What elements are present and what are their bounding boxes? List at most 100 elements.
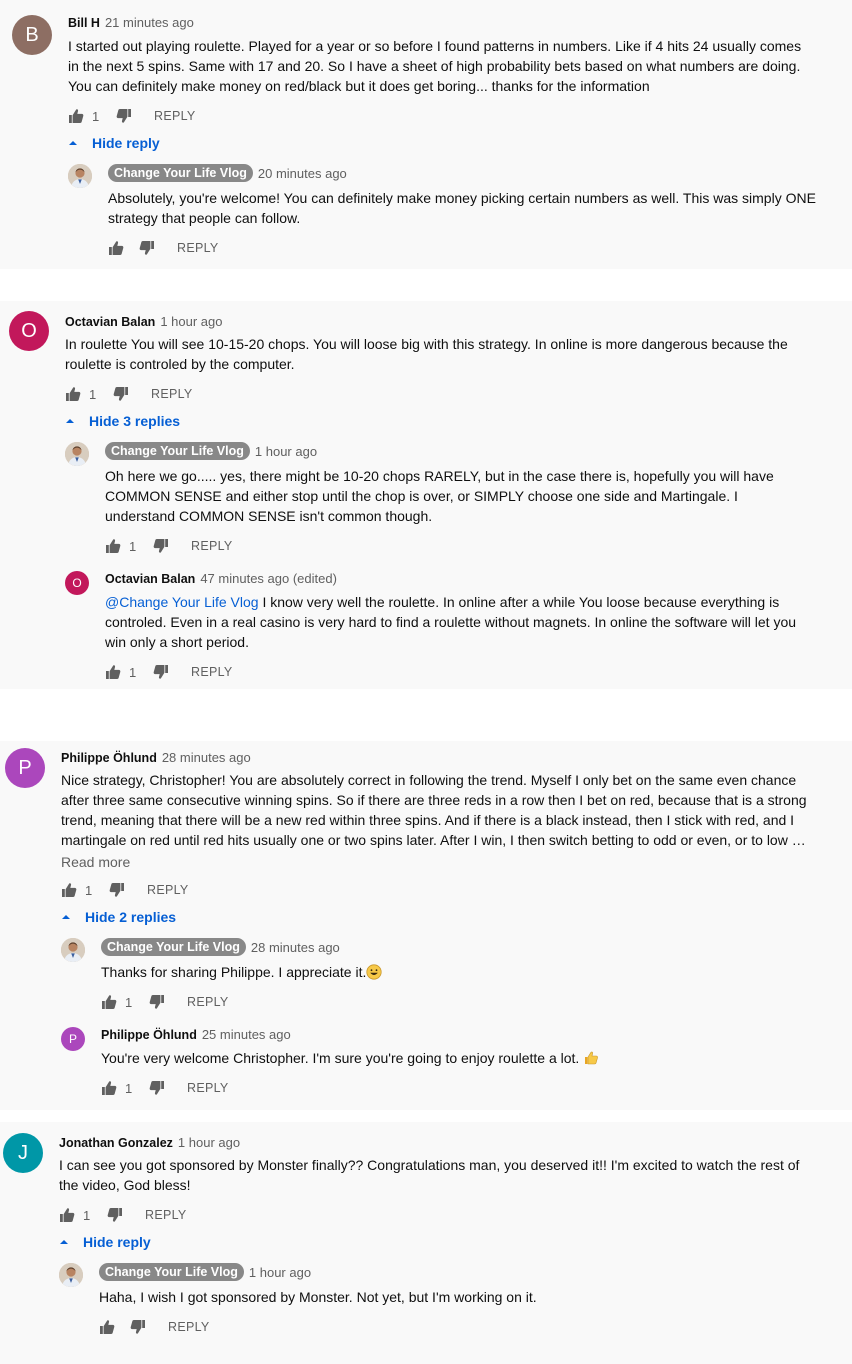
- comment-author[interactable]: Jonathan Gonzalez: [59, 1136, 173, 1150]
- reply-button[interactable]: REPLY: [151, 387, 193, 401]
- comment-author[interactable]: Philippe Öhlund: [101, 1028, 197, 1042]
- like-icon[interactable]: [101, 1080, 117, 1096]
- reply-actions: REPLY: [108, 238, 219, 258]
- comment-time[interactable]: 47 minutes ago (edited): [200, 571, 337, 586]
- reply-text: Thanks for sharing Philippe. I appreciat…: [101, 962, 809, 985]
- grinning-face-icon: [366, 964, 382, 985]
- comment-author[interactable]: Octavian Balan: [105, 572, 195, 586]
- caret-up-icon: [68, 135, 92, 151]
- dislike-icon[interactable]: [139, 240, 155, 256]
- like-count: 1: [89, 386, 97, 402]
- reply-actions: 1 REPLY: [101, 1078, 229, 1098]
- dislike-icon[interactable]: [99, 882, 125, 898]
- caret-up-icon: [65, 413, 89, 429]
- comment-time[interactable]: 1 hour ago: [255, 444, 317, 459]
- avatar[interactable]: B: [12, 15, 52, 55]
- avatar[interactable]: P: [61, 1027, 85, 1051]
- like-count: 1: [85, 882, 93, 898]
- reply-button[interactable]: REPLY: [177, 241, 219, 255]
- like-icon[interactable]: [105, 664, 121, 680]
- reply-text: You're very welcome Christopher. I'm sur…: [101, 1048, 809, 1071]
- comment-text: In roulette You will see 10-15-20 chops.…: [65, 336, 788, 372]
- reply-button[interactable]: REPLY: [191, 665, 233, 679]
- like-icon[interactable]: [59, 1207, 75, 1223]
- comment-time[interactable]: 25 minutes ago: [202, 1027, 291, 1042]
- toggle-replies-button[interactable]: Hide reply: [59, 1234, 151, 1250]
- comment-time[interactable]: 28 minutes ago: [251, 940, 340, 955]
- comment-time[interactable]: 1 hour ago: [160, 314, 222, 329]
- avatar[interactable]: O: [9, 311, 49, 351]
- dislike-icon[interactable]: [143, 664, 169, 680]
- avatar[interactable]: [59, 1263, 83, 1287]
- toggle-replies-button[interactable]: Hide reply: [68, 135, 160, 151]
- reply-actions: 1 REPLY: [105, 536, 233, 556]
- like-icon[interactable]: [65, 386, 81, 402]
- dislike-icon[interactable]: [106, 108, 132, 124]
- like-count: 1: [125, 994, 133, 1010]
- thumbs-up-icon: [583, 1050, 599, 1071]
- reply-button[interactable]: REPLY: [187, 1081, 229, 1095]
- like-icon[interactable]: [68, 108, 84, 124]
- like-count: 1: [129, 538, 137, 554]
- comment-time[interactable]: 28 minutes ago: [162, 750, 251, 765]
- reply-actions: REPLY: [99, 1317, 210, 1337]
- caret-up-icon: [59, 1234, 83, 1250]
- comment-actions: 1 REPLY: [65, 384, 193, 404]
- comment-author[interactable]: Change Your Life Vlog: [99, 1263, 244, 1281]
- dislike-icon[interactable]: [97, 1207, 123, 1223]
- avatar[interactable]: P: [5, 748, 45, 788]
- comment-actions: 1 REPLY: [68, 106, 196, 126]
- avatar[interactable]: O: [65, 571, 89, 595]
- toggle-replies-button[interactable]: Hide 3 replies: [65, 413, 180, 429]
- comment-text: I can see you got sponsored by Monster f…: [59, 1157, 800, 1193]
- dislike-icon[interactable]: [143, 538, 169, 554]
- comment-author[interactable]: Philippe Öhlund: [61, 751, 157, 765]
- read-more-button[interactable]: Read more: [61, 854, 130, 870]
- like-icon[interactable]: [101, 994, 117, 1010]
- toggle-replies-button[interactable]: Hide 2 replies: [61, 909, 176, 925]
- dislike-icon[interactable]: [103, 386, 129, 402]
- comment-author[interactable]: Change Your Life Vlog: [101, 938, 246, 956]
- comment-thread: O Octavian Balan 1 hour ago In roulette …: [0, 301, 852, 689]
- like-count: 1: [83, 1207, 91, 1223]
- comment-author[interactable]: Change Your Life Vlog: [105, 442, 250, 460]
- like-count: 1: [125, 1080, 133, 1096]
- comment-text: Nice strategy, Christopher! You are abso…: [61, 772, 807, 848]
- reply-button[interactable]: REPLY: [154, 109, 196, 123]
- comment-author[interactable]: Change Your Life Vlog: [108, 164, 253, 182]
- reply-button[interactable]: REPLY: [168, 1320, 210, 1334]
- reply-button[interactable]: REPLY: [187, 995, 229, 1009]
- avatar[interactable]: [68, 164, 92, 188]
- like-icon[interactable]: [105, 538, 121, 554]
- avatar[interactable]: J: [3, 1133, 43, 1173]
- comment-time[interactable]: 1 hour ago: [178, 1135, 240, 1150]
- comment-thread: J Jonathan Gonzalez 1 hour ago I can see…: [0, 1122, 852, 1364]
- comment-thread: B Bill H 21 minutes ago I started out pl…: [0, 0, 852, 269]
- comment-author[interactable]: Bill H: [68, 16, 100, 30]
- like-icon[interactable]: [99, 1319, 115, 1335]
- reply-actions: 1 REPLY: [101, 992, 229, 1012]
- reply-text: Oh here we go..... yes, there might be 1…: [105, 468, 774, 524]
- like-count: 1: [92, 108, 100, 124]
- reply-actions: 1 REPLY: [105, 662, 233, 682]
- reply-button[interactable]: REPLY: [145, 1208, 187, 1222]
- avatar[interactable]: [61, 938, 85, 962]
- reply-text: @Change Your Life Vlog I know very well …: [105, 594, 797, 650]
- comment-author[interactable]: Octavian Balan: [65, 315, 155, 329]
- comment-time[interactable]: 20 minutes ago: [258, 166, 347, 181]
- dislike-icon[interactable]: [139, 994, 165, 1010]
- reply-text: Haha, I wish I got sponsored by Monster.…: [99, 1289, 537, 1305]
- dislike-icon[interactable]: [130, 1319, 146, 1335]
- avatar[interactable]: [65, 442, 89, 466]
- mention-link[interactable]: @Change Your Life Vlog: [105, 594, 259, 610]
- dislike-icon[interactable]: [139, 1080, 165, 1096]
- like-icon[interactable]: [108, 240, 124, 256]
- caret-up-icon: [61, 909, 85, 925]
- reply-text: Absolutely, you're welcome! You can defi…: [108, 190, 816, 226]
- comment-time[interactable]: 1 hour ago: [249, 1265, 311, 1280]
- comment-text: I started out playing roulette. Played f…: [68, 38, 802, 94]
- reply-button[interactable]: REPLY: [191, 539, 233, 553]
- like-icon[interactable]: [61, 882, 77, 898]
- comment-time[interactable]: 21 minutes ago: [105, 15, 194, 30]
- reply-button[interactable]: REPLY: [147, 883, 189, 897]
